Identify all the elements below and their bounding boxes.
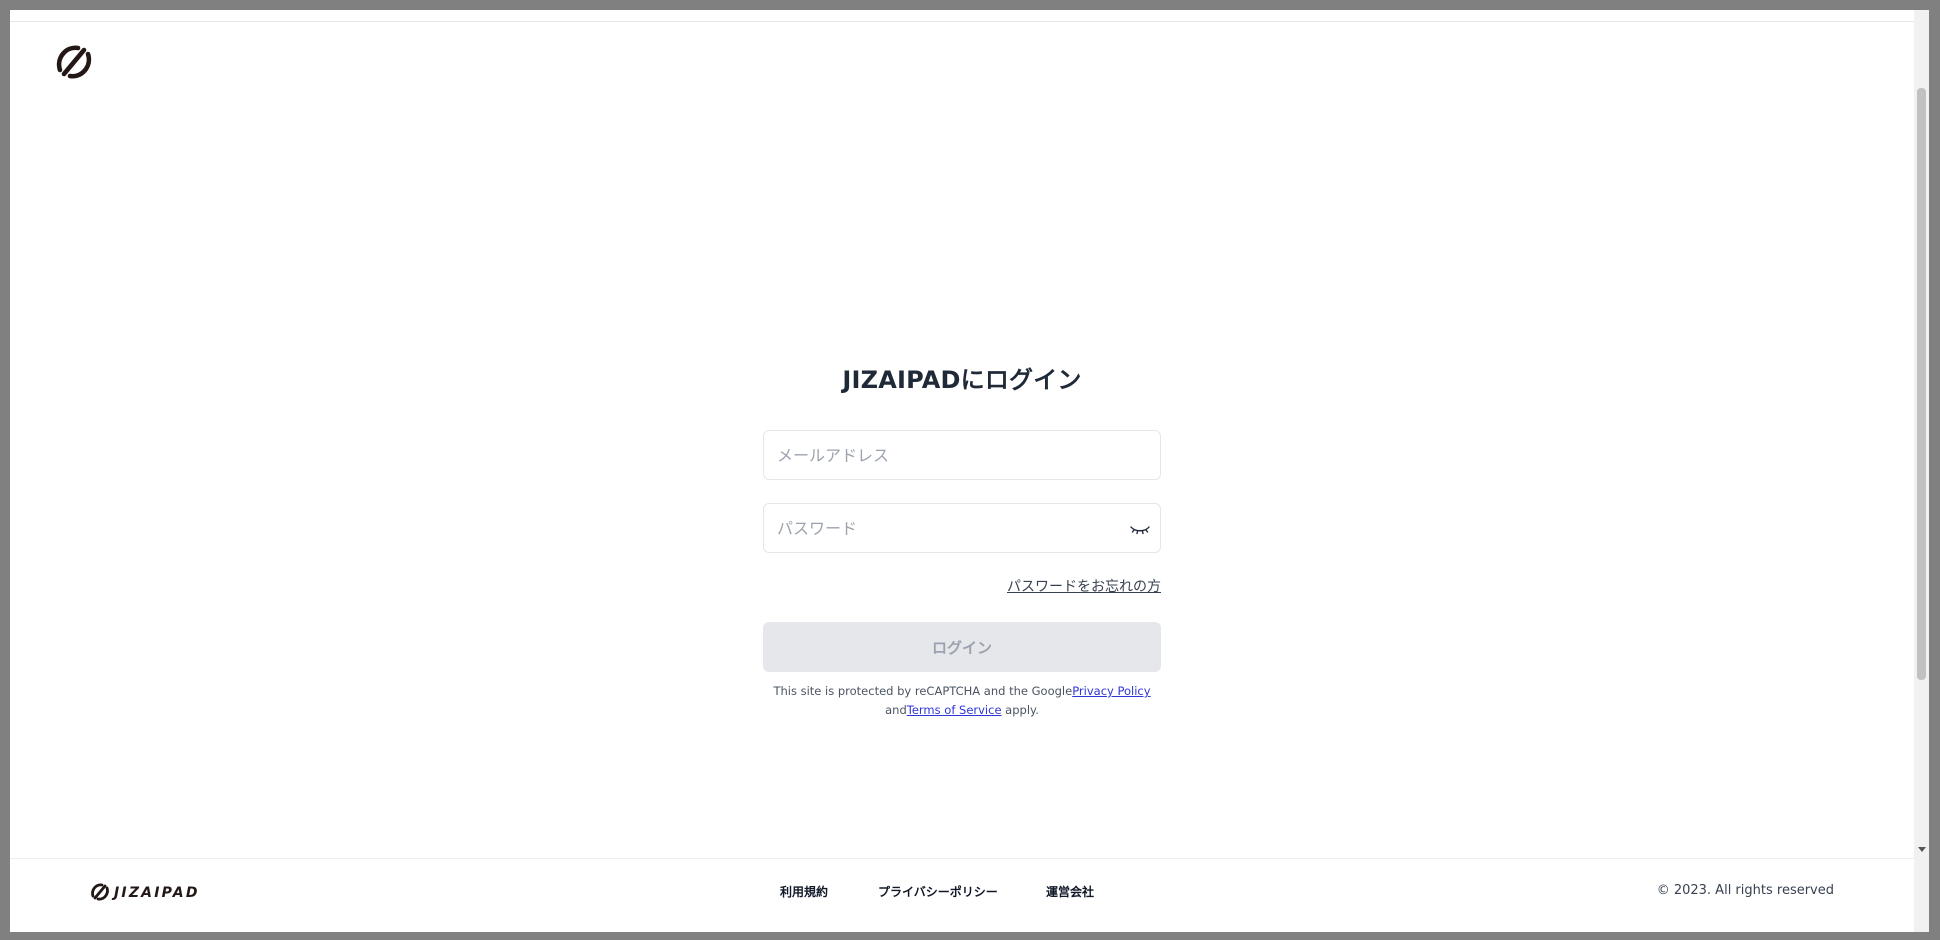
privacy-policy-link[interactable]: Privacy Policy	[1072, 684, 1150, 698]
scroll-down-arrow-icon[interactable]	[1918, 847, 1926, 852]
recaptcha-text: This site is protected by reCAPTCHA and …	[773, 684, 1073, 698]
browser-viewport: JIZAIPADにログイン パスワードをお忘れの方 ログイン This site…	[10, 10, 1929, 932]
header-divider	[10, 21, 1914, 22]
footer-brand-logo[interactable]: JIZAIPAD	[90, 882, 205, 902]
password-field[interactable]	[763, 503, 1161, 553]
page-title: JIZAIPADにログイン	[842, 366, 1082, 394]
terms-of-service-link[interactable]: Terms of Service	[907, 703, 1002, 717]
scrollbar-thumb[interactable]	[1917, 88, 1926, 680]
email-input[interactable]	[764, 431, 1160, 479]
scrollbar[interactable]	[1914, 10, 1929, 932]
copyright-text: © 2023. All rights reserved	[1656, 883, 1834, 898]
footer-brand-wordmark: JIZAIPAD	[111, 885, 200, 901]
recaptcha-notice: This site is protected by reCAPTCHA and …	[710, 682, 1214, 720]
eye-closed-icon[interactable]	[1128, 517, 1152, 541]
footer-link-company[interactable]: 運営会社	[1046, 883, 1106, 900]
footer: JIZAIPAD 利用規約 プライバシーポリシー 運営会社 © 2023. Al…	[10, 858, 1914, 932]
footer-nav: 利用規約 プライバシーポリシー 運営会社	[780, 883, 1106, 900]
email-field[interactable]	[763, 430, 1161, 480]
login-button[interactable]: ログイン	[763, 622, 1161, 672]
jizaipad-mark-icon[interactable]	[52, 40, 96, 84]
forgot-password-link[interactable]: パスワードをお忘れの方	[763, 576, 1161, 596]
footer-link-privacy-policy[interactable]: プライバシーポリシー	[878, 883, 1046, 900]
recaptcha-apply-text: apply.	[1001, 703, 1039, 717]
footer-link-terms[interactable]: 利用規約	[780, 883, 878, 900]
password-input[interactable]	[764, 504, 1160, 552]
recaptcha-and-text: and	[885, 703, 907, 717]
